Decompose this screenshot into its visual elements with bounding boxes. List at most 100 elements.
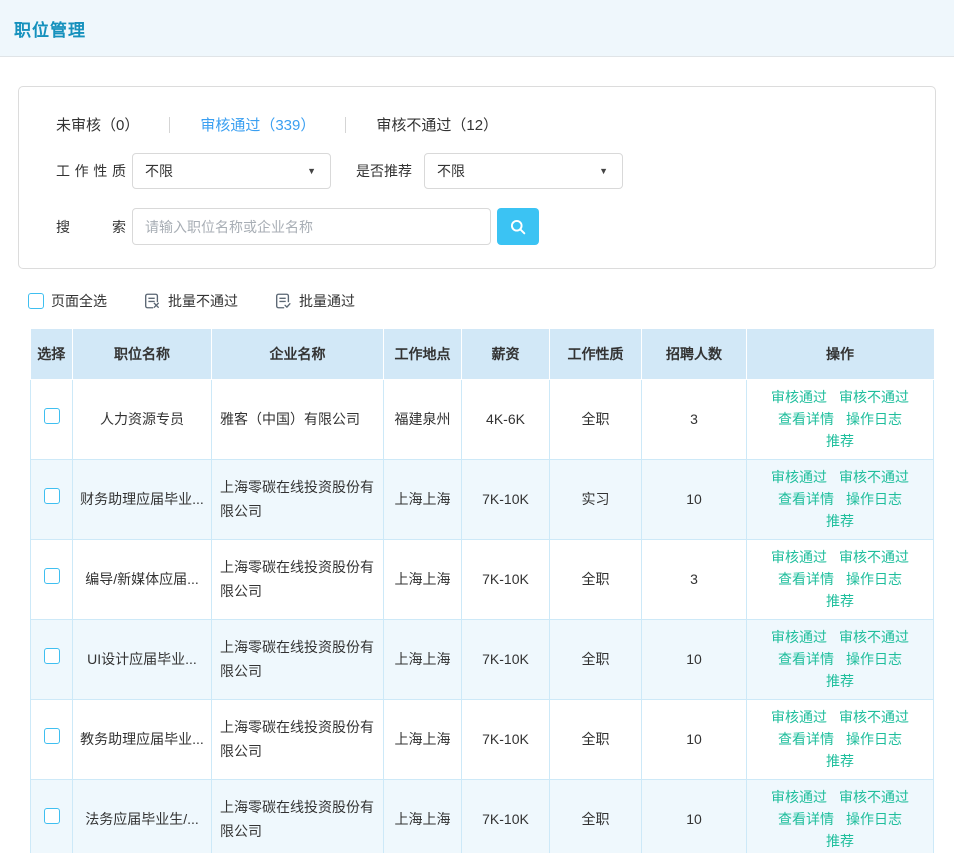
nature-cell: 实习 [550,459,642,539]
action-recommend-link[interactable]: 推荐 [826,593,854,609]
position-cell: 编导/新媒体应届... [73,539,212,619]
count-cell: 10 [642,779,747,853]
row-checkbox[interactable] [44,408,60,424]
action-reject-link[interactable]: 审核不通过 [839,549,909,565]
action-view-detail-link[interactable]: 查看详情 [778,571,834,587]
row-checkbox[interactable] [44,728,60,744]
company-cell: 上海零碳在线投资股份有限公司 [212,539,384,619]
row-checkbox[interactable] [44,568,60,584]
salary-cell: 7K-10K [462,779,550,853]
position-cell: UI设计应届毕业... [73,619,212,699]
recruit-count: 3 [690,571,698,587]
action-view-detail-link[interactable]: 查看详情 [778,411,834,427]
tab-divider [345,117,346,133]
work-location: 上海上海 [395,491,451,507]
chevron-down-icon: ▼ [599,166,608,176]
table-row: 财务助理应届毕业... 上海零碳在线投资股份有限公司 上海上海 7K-10K 实… [31,459,934,539]
row-checkbox[interactable] [44,808,60,824]
actions-cell: 审核通过审核不通过查看详情操作日志推荐 [747,459,934,539]
action-reject-link[interactable]: 审核不通过 [839,709,909,725]
action-recommend-link[interactable]: 推荐 [826,833,854,849]
action-approve-link[interactable]: 审核通过 [771,549,827,565]
table-body: 人力资源专员 雅客（中国）有限公司 福建泉州 4K-6K 全职 3 审核通过审核… [31,379,934,853]
row-checkbox[interactable] [44,488,60,504]
action-recommend-link[interactable]: 推荐 [826,673,854,689]
select-cell [31,459,73,539]
column-header-position: 职位名称 [73,329,212,379]
action-view-detail-link[interactable]: 查看详情 [778,651,834,667]
tab-rejected[interactable]: 审核不通过（12） [376,114,498,135]
action-log-link[interactable]: 操作日志 [846,411,902,427]
action-approve-link[interactable]: 审核通过 [771,789,827,805]
recommend-select[interactable]: 不限 ▼ [424,153,623,189]
actions-cell: 审核通过审核不通过查看详情操作日志推荐 [747,699,934,779]
count-cell: 3 [642,539,747,619]
action-reject-link[interactable]: 审核不通过 [839,629,909,645]
action-approve-link[interactable]: 审核通过 [771,709,827,725]
search-button[interactable] [497,208,539,245]
action-reject-link[interactable]: 审核不通过 [839,789,909,805]
select-cell [31,779,73,853]
chevron-down-icon: ▼ [307,166,316,176]
table-row: 编导/新媒体应届... 上海零碳在线投资股份有限公司 上海上海 7K-10K 全… [31,539,934,619]
action-log-link[interactable]: 操作日志 [846,491,902,507]
work-location: 上海上海 [395,811,451,827]
position-name: 财务助理应届毕业... [80,491,204,507]
location-cell: 上海上海 [384,779,462,853]
company-name: 上海零碳在线投资股份有限公司 [220,719,374,759]
action-view-detail-link[interactable]: 查看详情 [778,491,834,507]
action-approve-link[interactable]: 审核通过 [771,469,827,485]
filter-row: 工 作 性 质 不限 ▼ 是否推荐 不限 ▼ [56,153,898,189]
recruit-count: 10 [686,811,702,827]
action-view-detail-link[interactable]: 查看详情 [778,731,834,747]
batch-reject-button[interactable]: 批量不通过 [143,291,238,311]
company-name: 上海零碳在线投资股份有限公司 [220,639,374,679]
action-reject-link[interactable]: 审核不通过 [839,469,909,485]
document-x-icon [143,292,161,310]
action-log-link[interactable]: 操作日志 [846,731,902,747]
tab-unreviewed[interactable]: 未审核（0） [56,114,139,135]
count-cell: 10 [642,459,747,539]
positions-table: 选择 职位名称 企业名称 工作地点 薪资 工作性质 招聘人数 操作 人力资源专员… [30,329,934,853]
position-name: UI设计应届毕业... [87,651,197,667]
position-name: 编导/新媒体应届... [85,571,199,587]
document-check-icon [274,292,292,310]
location-cell: 上海上海 [384,619,462,699]
job-nature-select[interactable]: 不限 ▼ [132,153,331,189]
action-recommend-link[interactable]: 推荐 [826,753,854,769]
salary-range: 7K-10K [482,651,529,667]
actions-cell: 审核通过审核不通过查看详情操作日志推荐 [747,779,934,853]
row-checkbox[interactable] [44,648,60,664]
position-name: 法务应届毕业生/... [85,811,199,827]
action-approve-link[interactable]: 审核通过 [771,629,827,645]
batch-approve-label: 批量通过 [299,291,355,311]
job-nature: 全职 [582,411,610,427]
search-input[interactable] [132,208,491,245]
company-cell: 上海零碳在线投资股份有限公司 [212,619,384,699]
count-cell: 3 [642,379,747,459]
actions-cell: 审核通过审核不通过查看详情操作日志推荐 [747,619,934,699]
action-view-detail-link[interactable]: 查看详情 [778,811,834,827]
action-log-link[interactable]: 操作日志 [846,811,902,827]
recommend-label: 是否推荐 [356,161,412,181]
action-log-link[interactable]: 操作日志 [846,571,902,587]
select-all-checkbox[interactable] [28,293,44,309]
nature-cell: 全职 [550,699,642,779]
action-recommend-link[interactable]: 推荐 [826,433,854,449]
column-header-company: 企业名称 [212,329,384,379]
column-header-salary: 薪资 [462,329,550,379]
nature-cell: 全职 [550,539,642,619]
job-nature-value: 不限 [145,161,173,181]
company-cell: 雅客（中国）有限公司 [212,379,384,459]
batch-approve-button[interactable]: 批量通过 [274,291,355,311]
action-log-link[interactable]: 操作日志 [846,651,902,667]
action-recommend-link[interactable]: 推荐 [826,513,854,529]
nature-cell: 全职 [550,779,642,853]
action-approve-link[interactable]: 审核通过 [771,389,827,405]
tab-divider [169,117,170,133]
position-cell: 教务助理应届毕业... [73,699,212,779]
tab-approved[interactable]: 审核通过（339） [200,114,315,135]
position-cell: 法务应届毕业生/... [73,779,212,853]
work-location: 福建泉州 [395,411,451,427]
action-reject-link[interactable]: 审核不通过 [839,389,909,405]
